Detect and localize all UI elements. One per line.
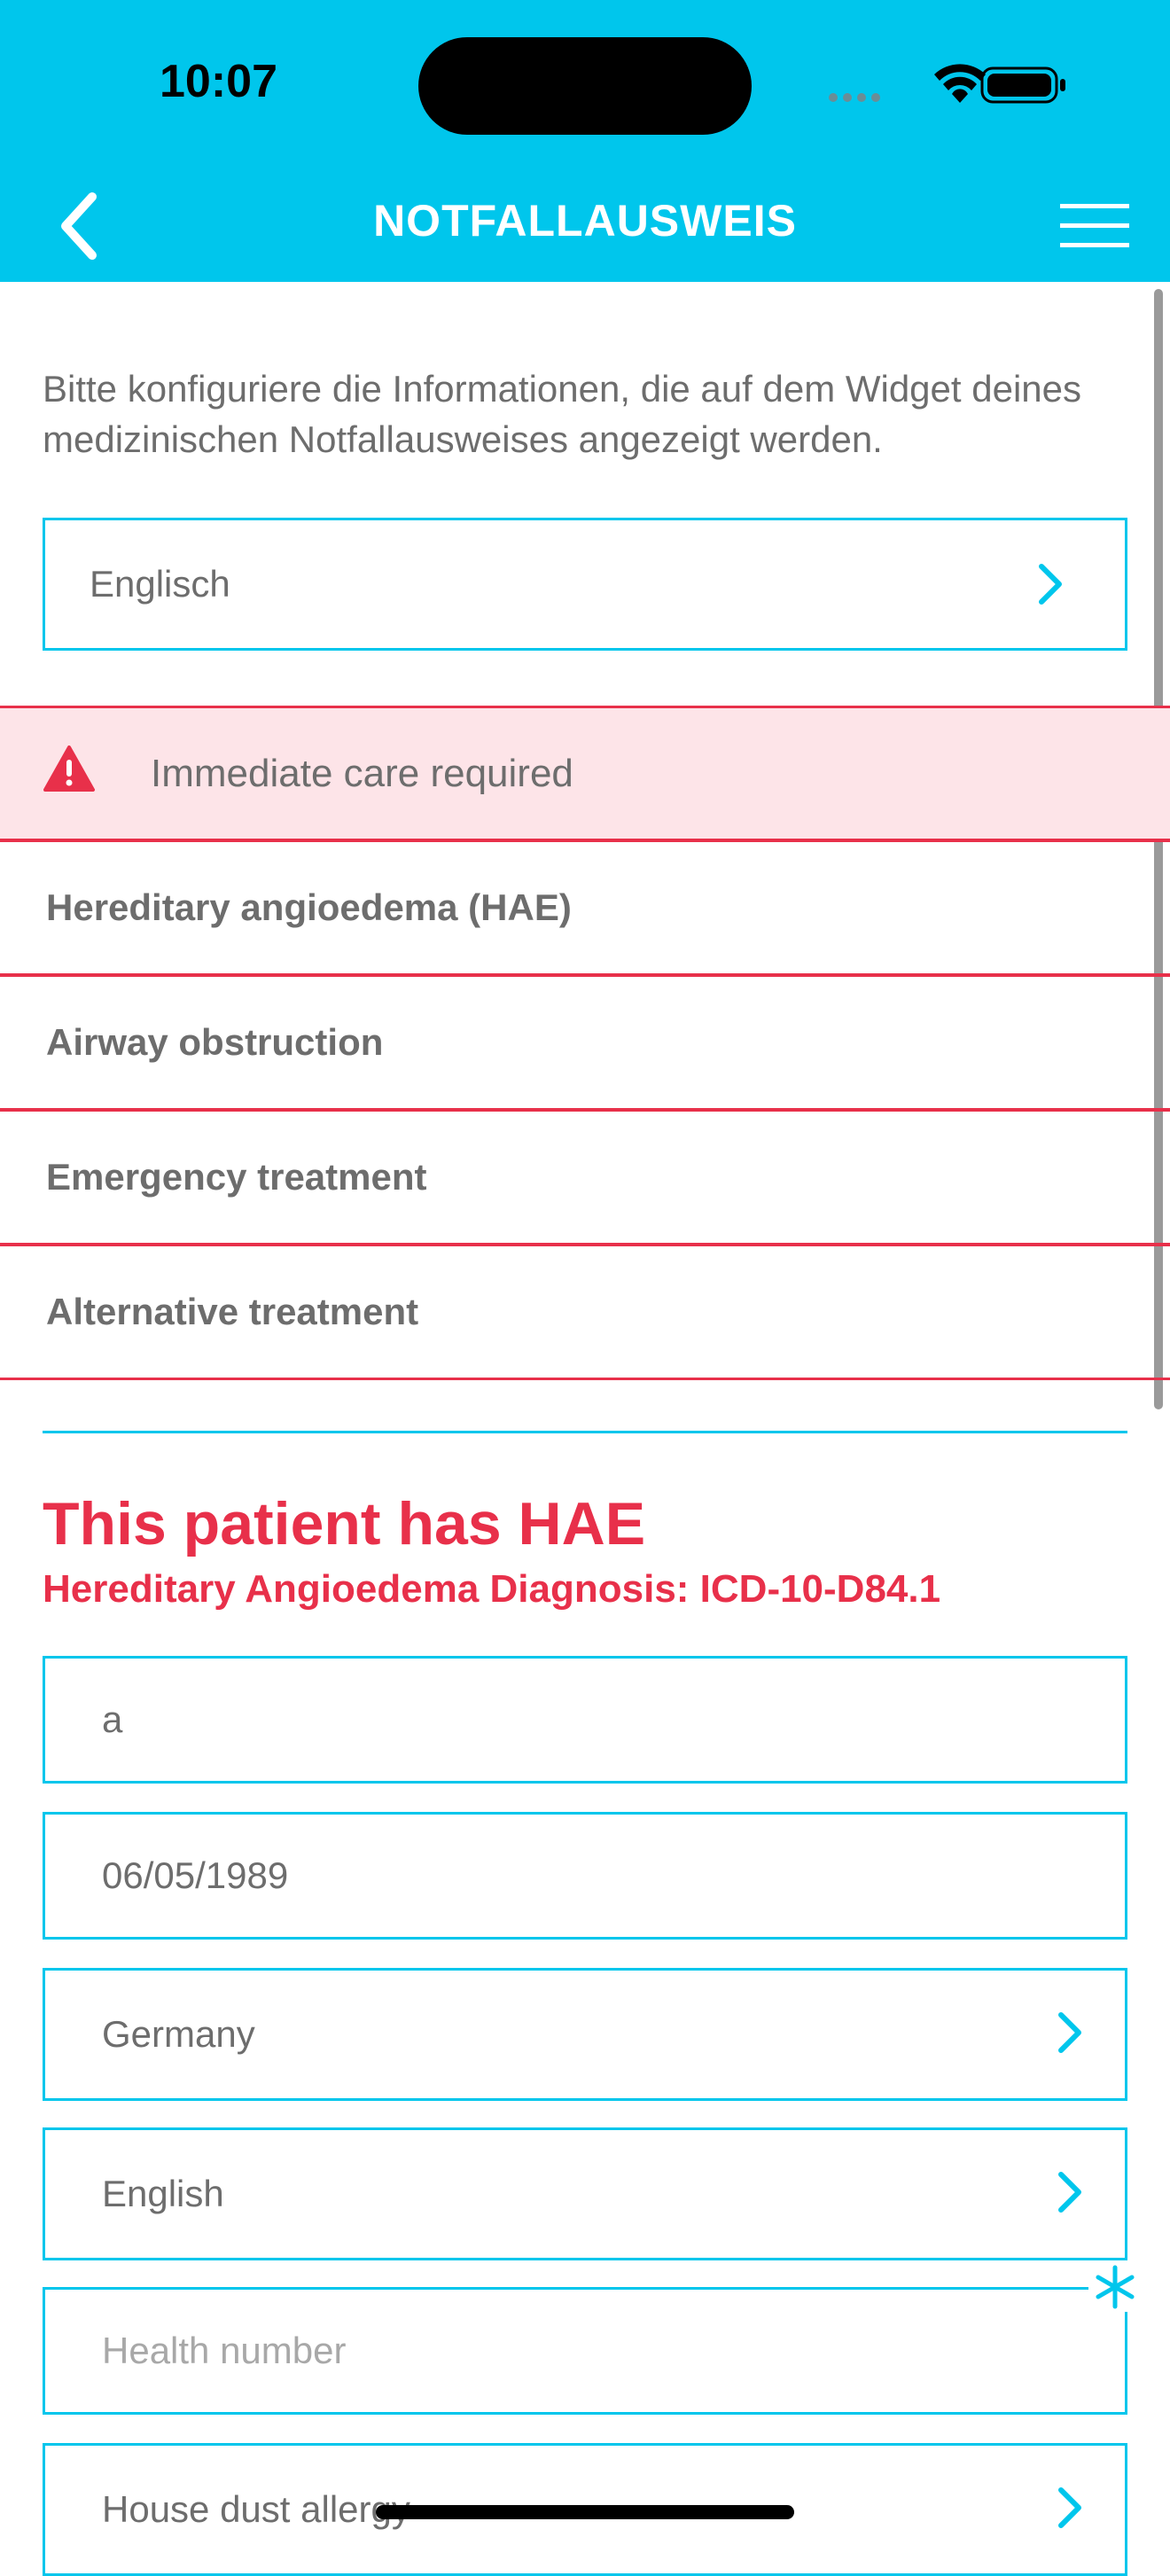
chevron-right-icon bbox=[1058, 2012, 1081, 2053]
status-time: 10:07 bbox=[160, 56, 277, 107]
language-select[interactable]: Englisch bbox=[43, 518, 1127, 651]
status-bar: 10:07 bbox=[0, 0, 1170, 177]
health-number-field[interactable]: Health number bbox=[43, 2287, 1127, 2415]
birthdate-field-value: 06/05/1989 bbox=[102, 1854, 289, 1896]
section-row-label: Airway obstruction bbox=[46, 1021, 384, 1063]
required-asterisk-icon bbox=[1088, 2262, 1142, 2312]
dynamic-island bbox=[418, 37, 752, 135]
section-row-emergency-treatment[interactable]: Emergency treatment bbox=[0, 1108, 1170, 1243]
country-select[interactable]: Germany bbox=[43, 1968, 1127, 2101]
section-row-label: Emergency treatment bbox=[46, 1156, 427, 1198]
cellular-signal-icon bbox=[829, 93, 880, 102]
hamburger-menu-icon[interactable] bbox=[1060, 200, 1135, 254]
name-field[interactable]: a bbox=[43, 1656, 1127, 1784]
status-icons bbox=[829, 64, 1065, 104]
name-field-value: a bbox=[102, 1698, 123, 1740]
page-title: NOTFALLAUSWEIS bbox=[373, 196, 797, 246]
alert-text: Immediate care required bbox=[151, 752, 573, 795]
warning-icon bbox=[43, 745, 95, 792]
chevron-right-icon bbox=[1039, 564, 1062, 605]
section-row-hae[interactable]: Hereditary angioedema (HAE) bbox=[0, 839, 1170, 973]
intro-text: Bitte konfiguriere die Informationen, di… bbox=[43, 368, 1082, 460]
section-row-airway-obstruction[interactable]: Airway obstruction bbox=[0, 973, 1170, 1108]
language-field[interactable]: English bbox=[43, 2127, 1127, 2260]
health-number-placeholder: Health number bbox=[102, 2330, 347, 2371]
section-row-alternative-treatment[interactable]: Alternative treatment bbox=[0, 1243, 1170, 1378]
wifi-icon bbox=[934, 64, 986, 103]
navigation-bar: NOTFALLAUSWEIS bbox=[0, 168, 1170, 282]
birthdate-field[interactable]: 06/05/1989 bbox=[43, 1812, 1127, 1940]
card-subtitle: Hereditary Angioedema Diagnosis: ICD-10-… bbox=[43, 1567, 941, 1611]
home-indicator[interactable] bbox=[376, 2505, 794, 2519]
section-divider bbox=[0, 1378, 1170, 1380]
language-select-value: Englisch bbox=[90, 563, 230, 605]
country-select-value: Germany bbox=[102, 2013, 255, 2055]
chevron-right-icon bbox=[1058, 2172, 1081, 2213]
chevron-right-icon bbox=[1058, 2487, 1081, 2528]
card-title: This patient has HAE bbox=[43, 1490, 646, 1557]
language-field-value: English bbox=[102, 2173, 224, 2214]
divider bbox=[43, 1431, 1127, 1433]
immediate-care-alert[interactable]: Immediate care required bbox=[0, 706, 1170, 839]
section-row-label: Alternative treatment bbox=[46, 1291, 419, 1332]
section-row-label: Hereditary angioedema (HAE) bbox=[46, 886, 572, 928]
battery-icon bbox=[980, 66, 1065, 104]
allergy-select-value: House dust allergy bbox=[102, 2488, 410, 2530]
